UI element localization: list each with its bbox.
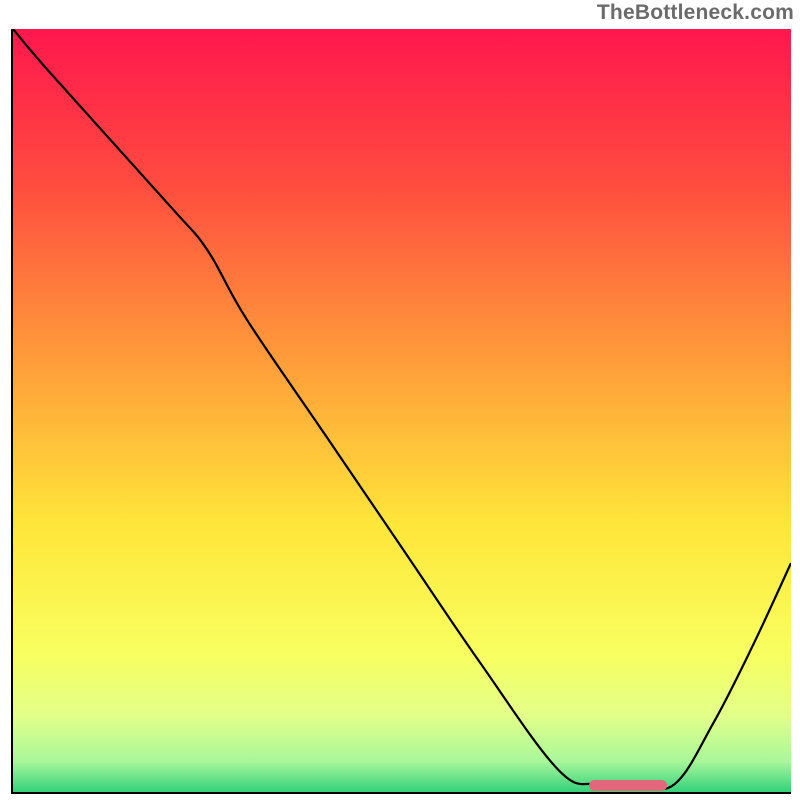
watermark-text: TheBottleneck.com	[597, 1, 794, 25]
minimum-marker	[589, 780, 667, 791]
curve-line	[13, 29, 791, 792]
chart-area	[11, 29, 791, 794]
